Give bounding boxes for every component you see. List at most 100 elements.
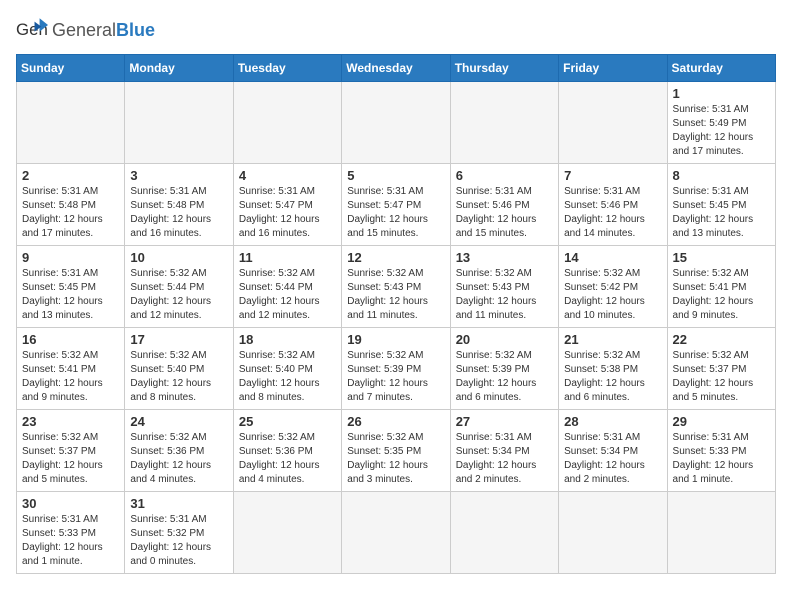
calendar-cell: 29 Sunrise: 5:31 AMSunset: 5:33 PMDayligh…	[667, 410, 775, 492]
header: General GeneralBlue	[16, 16, 776, 44]
weekday-header-monday: Monday	[125, 55, 233, 82]
calendar-week-row: 9 Sunrise: 5:31 AMSunset: 5:45 PMDaylight…	[17, 246, 776, 328]
day-number: 9	[22, 250, 119, 265]
calendar-cell: 3 Sunrise: 5:31 AMSunset: 5:48 PMDaylight…	[125, 164, 233, 246]
calendar-cell: 22 Sunrise: 5:32 AMSunset: 5:37 PMDayligh…	[667, 328, 775, 410]
calendar-cell: 17 Sunrise: 5:32 AMSunset: 5:40 PMDayligh…	[125, 328, 233, 410]
day-info: Sunrise: 5:32 AMSunset: 5:40 PMDaylight:…	[130, 349, 227, 405]
day-number: 27	[456, 414, 553, 429]
day-number: 6	[456, 168, 553, 183]
page: General GeneralBlue SundayMondayTuesdayW…	[0, 0, 792, 612]
calendar-week-row: 30 Sunrise: 5:31 AMSunset: 5:33 PMDayligh…	[17, 492, 776, 574]
day-number: 31	[130, 496, 227, 511]
calendar-cell: 27 Sunrise: 5:31 AMSunset: 5:34 PMDayligh…	[450, 410, 558, 492]
day-info: Sunrise: 5:31 AMSunset: 5:49 PMDaylight:…	[673, 103, 770, 159]
day-number: 30	[22, 496, 119, 511]
calendar-week-row: 1Sunrise: 5:31 AMSunset: 5:49 PMDaylight…	[17, 82, 776, 164]
day-number: 24	[130, 414, 227, 429]
day-info: Sunrise: 5:31 AMSunset: 5:34 PMDaylight:…	[456, 431, 553, 487]
day-number: 28	[564, 414, 661, 429]
calendar-cell: 19 Sunrise: 5:32 AMSunset: 5:39 PMDayligh…	[342, 328, 450, 410]
day-number: 12	[347, 250, 444, 265]
day-info: Sunrise: 5:32 AMSunset: 5:36 PMDaylight:…	[130, 431, 227, 487]
calendar-cell	[667, 492, 775, 574]
calendar-cell: 25Sunrise: 5:32 AMSunset: 5:36 PMDayligh…	[233, 410, 341, 492]
calendar-cell	[17, 82, 125, 164]
day-number: 4	[239, 168, 336, 183]
day-info: Sunrise: 5:31 AMSunset: 5:33 PMDaylight:…	[22, 513, 119, 569]
calendar-cell: 30 Sunrise: 5:31 AMSunset: 5:33 PMDayligh…	[17, 492, 125, 574]
day-number: 26	[347, 414, 444, 429]
day-info: Sunrise: 5:31 AMSunset: 5:48 PMDaylight:…	[130, 185, 227, 241]
day-number: 25	[239, 414, 336, 429]
day-number: 18	[239, 332, 336, 347]
weekday-header-thursday: Thursday	[450, 55, 558, 82]
day-number: 20	[456, 332, 553, 347]
calendar-week-row: 2 Sunrise: 5:31 AMSunset: 5:48 PMDaylight…	[17, 164, 776, 246]
calendar-cell: 1Sunrise: 5:31 AMSunset: 5:49 PMDaylight…	[667, 82, 775, 164]
calendar-cell: 24 Sunrise: 5:32 AMSunset: 5:36 PMDayligh…	[125, 410, 233, 492]
day-info: Sunrise: 5:32 AMSunset: 5:44 PMDaylight:…	[239, 267, 336, 323]
day-number: 13	[456, 250, 553, 265]
day-number: 11	[239, 250, 336, 265]
day-number: 23	[22, 414, 119, 429]
day-number: 29	[673, 414, 770, 429]
calendar-cell: 14Sunrise: 5:32 AMSunset: 5:42 PMDayligh…	[559, 246, 667, 328]
day-number: 2	[22, 168, 119, 183]
calendar-cell	[559, 492, 667, 574]
calendar-cell	[342, 82, 450, 164]
weekday-header-tuesday: Tuesday	[233, 55, 341, 82]
day-number: 21	[564, 332, 661, 347]
calendar-cell: 11 Sunrise: 5:32 AMSunset: 5:44 PMDayligh…	[233, 246, 341, 328]
day-info: Sunrise: 5:31 AMSunset: 5:34 PMDaylight:…	[564, 431, 661, 487]
calendar-cell: 31Sunrise: 5:31 AMSunset: 5:32 PMDayligh…	[125, 492, 233, 574]
day-info: Sunrise: 5:31 AMSunset: 5:46 PMDaylight:…	[564, 185, 661, 241]
calendar-cell: 18 Sunrise: 5:32 AMSunset: 5:40 PMDayligh…	[233, 328, 341, 410]
day-info: Sunrise: 5:31 AMSunset: 5:46 PMDaylight:…	[456, 185, 553, 241]
day-number: 22	[673, 332, 770, 347]
weekday-header-wednesday: Wednesday	[342, 55, 450, 82]
day-info: Sunrise: 5:32 AMSunset: 5:44 PMDaylight:…	[130, 267, 227, 323]
day-number: 16	[22, 332, 119, 347]
calendar-cell	[125, 82, 233, 164]
logo: General GeneralBlue	[16, 16, 155, 44]
calendar-cell: 13 Sunrise: 5:32 AMSunset: 5:43 PMDayligh…	[450, 246, 558, 328]
logo-icon: General	[16, 16, 48, 44]
day-info: Sunrise: 5:32 AMSunset: 5:37 PMDaylight:…	[673, 349, 770, 405]
calendar-cell: 21 Sunrise: 5:32 AMSunset: 5:38 PMDayligh…	[559, 328, 667, 410]
logo-blue: Blue	[116, 20, 155, 40]
calendar-cell	[233, 82, 341, 164]
calendar: SundayMondayTuesdayWednesdayThursdayFrid…	[16, 54, 776, 574]
day-info: Sunrise: 5:31 AMSunset: 5:47 PMDaylight:…	[347, 185, 444, 241]
day-info: Sunrise: 5:32 AMSunset: 5:43 PMDaylight:…	[347, 267, 444, 323]
calendar-week-row: 16Sunrise: 5:32 AMSunset: 5:41 PMDayligh…	[17, 328, 776, 410]
day-number: 14	[564, 250, 661, 265]
day-number: 8	[673, 168, 770, 183]
calendar-cell: 28 Sunrise: 5:31 AMSunset: 5:34 PMDayligh…	[559, 410, 667, 492]
weekday-header-friday: Friday	[559, 55, 667, 82]
day-number: 15	[673, 250, 770, 265]
calendar-cell: 8Sunrise: 5:31 AMSunset: 5:45 PMDaylight…	[667, 164, 775, 246]
day-info: Sunrise: 5:31 AMSunset: 5:45 PMDaylight:…	[22, 267, 119, 323]
day-number: 3	[130, 168, 227, 183]
day-info: Sunrise: 5:32 AMSunset: 5:43 PMDaylight:…	[456, 267, 553, 323]
day-info: Sunrise: 5:32 AMSunset: 5:39 PMDaylight:…	[347, 349, 444, 405]
day-number: 19	[347, 332, 444, 347]
calendar-cell	[342, 492, 450, 574]
day-info: Sunrise: 5:32 AMSunset: 5:38 PMDaylight:…	[564, 349, 661, 405]
day-info: Sunrise: 5:31 AMSunset: 5:47 PMDaylight:…	[239, 185, 336, 241]
day-number: 17	[130, 332, 227, 347]
day-info: Sunrise: 5:32 AMSunset: 5:40 PMDaylight:…	[239, 349, 336, 405]
calendar-cell: 26Sunrise: 5:32 AMSunset: 5:35 PMDayligh…	[342, 410, 450, 492]
weekday-header-row: SundayMondayTuesdayWednesdayThursdayFrid…	[17, 55, 776, 82]
calendar-cell: 12 Sunrise: 5:32 AMSunset: 5:43 PMDayligh…	[342, 246, 450, 328]
day-info: Sunrise: 5:32 AMSunset: 5:37 PMDaylight:…	[22, 431, 119, 487]
calendar-cell: 2Sunrise: 5:31 AMSunset: 5:48 PMDaylight…	[17, 164, 125, 246]
day-info: Sunrise: 5:32 AMSunset: 5:39 PMDaylight:…	[456, 349, 553, 405]
day-number: 7	[564, 168, 661, 183]
day-info: Sunrise: 5:31 AMSunset: 5:33 PMDaylight:…	[673, 431, 770, 487]
calendar-cell: 15Sunrise: 5:32 AMSunset: 5:41 PMDayligh…	[667, 246, 775, 328]
calendar-cell: 4 Sunrise: 5:31 AMSunset: 5:47 PMDaylight…	[233, 164, 341, 246]
calendar-cell	[559, 82, 667, 164]
calendar-cell: 5Sunrise: 5:31 AMSunset: 5:47 PMDaylight…	[342, 164, 450, 246]
